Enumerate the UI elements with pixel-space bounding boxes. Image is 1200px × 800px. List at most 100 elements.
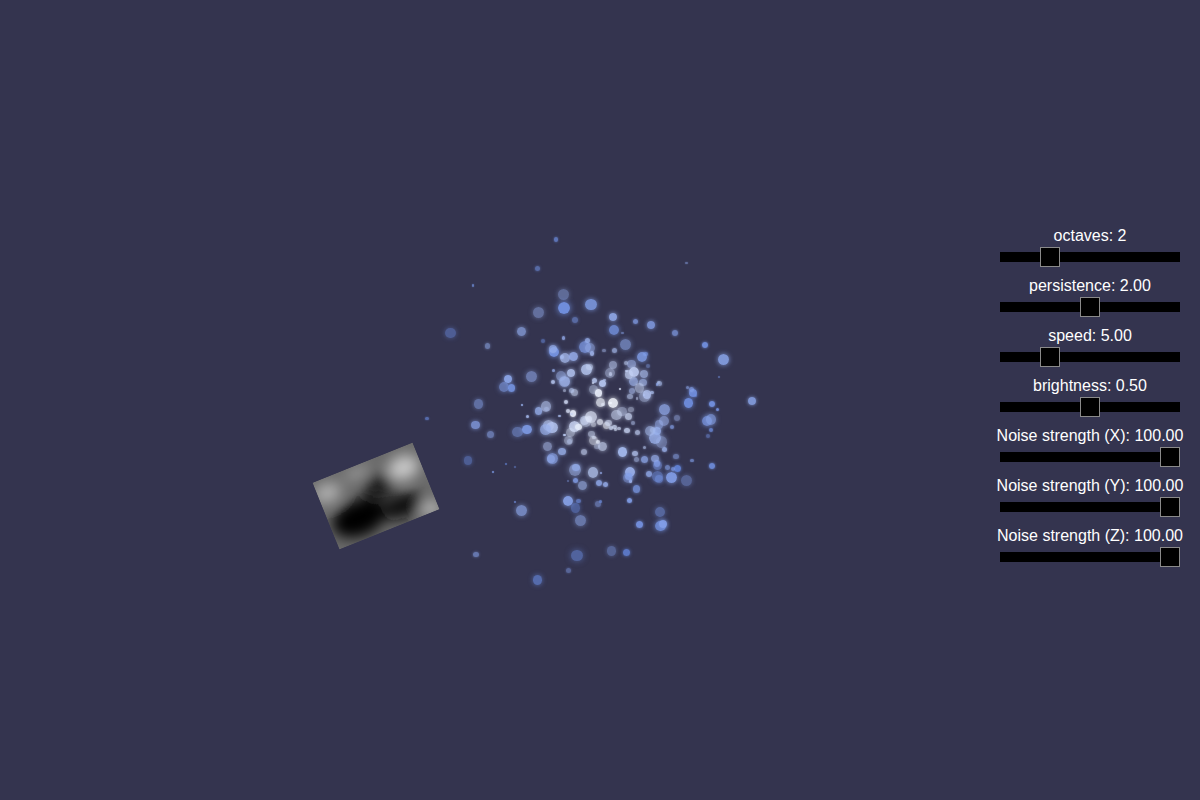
particle	[566, 409, 570, 413]
particle	[562, 336, 566, 340]
particle	[627, 498, 632, 503]
particle	[575, 424, 581, 430]
particle	[634, 457, 640, 463]
particle	[635, 383, 644, 392]
particle	[624, 428, 629, 433]
particle	[608, 398, 618, 408]
particle	[718, 354, 728, 364]
particle	[674, 415, 680, 421]
noise-texture-quad	[312, 442, 439, 549]
particle	[558, 415, 561, 418]
particle	[647, 321, 656, 330]
particle	[569, 352, 578, 361]
particle	[514, 466, 516, 468]
particle	[681, 475, 692, 486]
particle	[592, 382, 594, 384]
particle	[492, 471, 494, 473]
particle	[612, 348, 617, 353]
particle	[635, 430, 640, 435]
particle	[599, 380, 607, 388]
slider-label: persistence: 2.00	[1029, 276, 1151, 296]
slider-track[interactable]	[1000, 502, 1180, 512]
particle	[603, 482, 608, 487]
slider-knob[interactable]	[1040, 247, 1060, 267]
slider-track[interactable]	[1000, 302, 1180, 312]
particle	[535, 266, 540, 271]
particle	[709, 401, 715, 407]
particle	[472, 284, 475, 287]
controls-panel: octaves: 2persistence: 2.00speed: 5.00br…	[982, 226, 1198, 576]
particle	[445, 328, 455, 338]
particle	[533, 575, 543, 585]
particle	[540, 424, 551, 435]
particle	[558, 289, 569, 300]
particle	[665, 465, 670, 470]
particle	[543, 442, 552, 451]
particle	[684, 398, 694, 408]
slider-knob[interactable]	[1160, 547, 1180, 567]
particle	[585, 411, 597, 423]
particle	[517, 327, 526, 336]
particle	[567, 369, 575, 377]
particle	[611, 410, 621, 420]
particle	[585, 338, 590, 343]
particle	[685, 262, 688, 265]
slider-knob[interactable]	[1160, 447, 1180, 467]
particle	[581, 449, 587, 455]
slider-track[interactable]	[1000, 352, 1180, 362]
slider-track[interactable]	[1000, 402, 1180, 412]
slider-label: Noise strength (Y): 100.00	[997, 476, 1184, 496]
particle	[656, 436, 668, 448]
particle	[572, 464, 579, 471]
slider-track[interactable]	[1000, 252, 1180, 262]
particle	[673, 454, 678, 459]
particle	[716, 408, 720, 412]
particle	[559, 376, 570, 387]
particle	[508, 384, 515, 391]
particle	[643, 446, 646, 449]
slider-track[interactable]	[1000, 452, 1180, 462]
slider-label: Noise strength (Z): 100.00	[997, 526, 1183, 546]
particle	[600, 472, 602, 474]
particle	[646, 364, 650, 368]
particle	[641, 456, 648, 463]
slider-track[interactable]	[1000, 552, 1180, 562]
slider-row: brightness: 0.50	[1000, 376, 1180, 426]
particle	[595, 389, 603, 397]
particle	[566, 568, 571, 573]
particle	[656, 383, 659, 386]
particle	[594, 444, 599, 449]
particle	[666, 472, 677, 483]
particle	[670, 425, 674, 429]
particle	[706, 434, 710, 438]
particle	[655, 507, 665, 517]
slider-label: octaves: 2	[1054, 226, 1127, 246]
particle	[571, 550, 583, 562]
particle	[636, 397, 639, 400]
slider-row: persistence: 2.00	[1000, 276, 1180, 326]
particle	[526, 415, 529, 418]
slider-knob[interactable]	[1040, 347, 1060, 367]
particle	[564, 436, 573, 445]
particle	[632, 451, 638, 457]
slider-row: Noise strength (Z): 100.00	[997, 526, 1183, 576]
particle	[690, 459, 693, 462]
particle	[607, 546, 616, 555]
particle-canvas[interactable]	[0, 0, 1200, 800]
slider-knob[interactable]	[1080, 297, 1100, 317]
particle	[473, 552, 478, 557]
particle	[643, 390, 651, 398]
particle	[474, 399, 484, 409]
particle	[718, 376, 720, 378]
slider-knob[interactable]	[1160, 497, 1180, 517]
slider-row: Noise strength (X): 100.00	[997, 426, 1184, 476]
particle	[585, 299, 596, 310]
particle	[572, 317, 579, 324]
particle	[487, 431, 494, 438]
slider-knob[interactable]	[1080, 397, 1100, 417]
particle	[596, 480, 602, 486]
particle	[578, 481, 587, 490]
particle	[662, 447, 667, 452]
particle	[471, 421, 479, 429]
particle	[621, 332, 624, 335]
